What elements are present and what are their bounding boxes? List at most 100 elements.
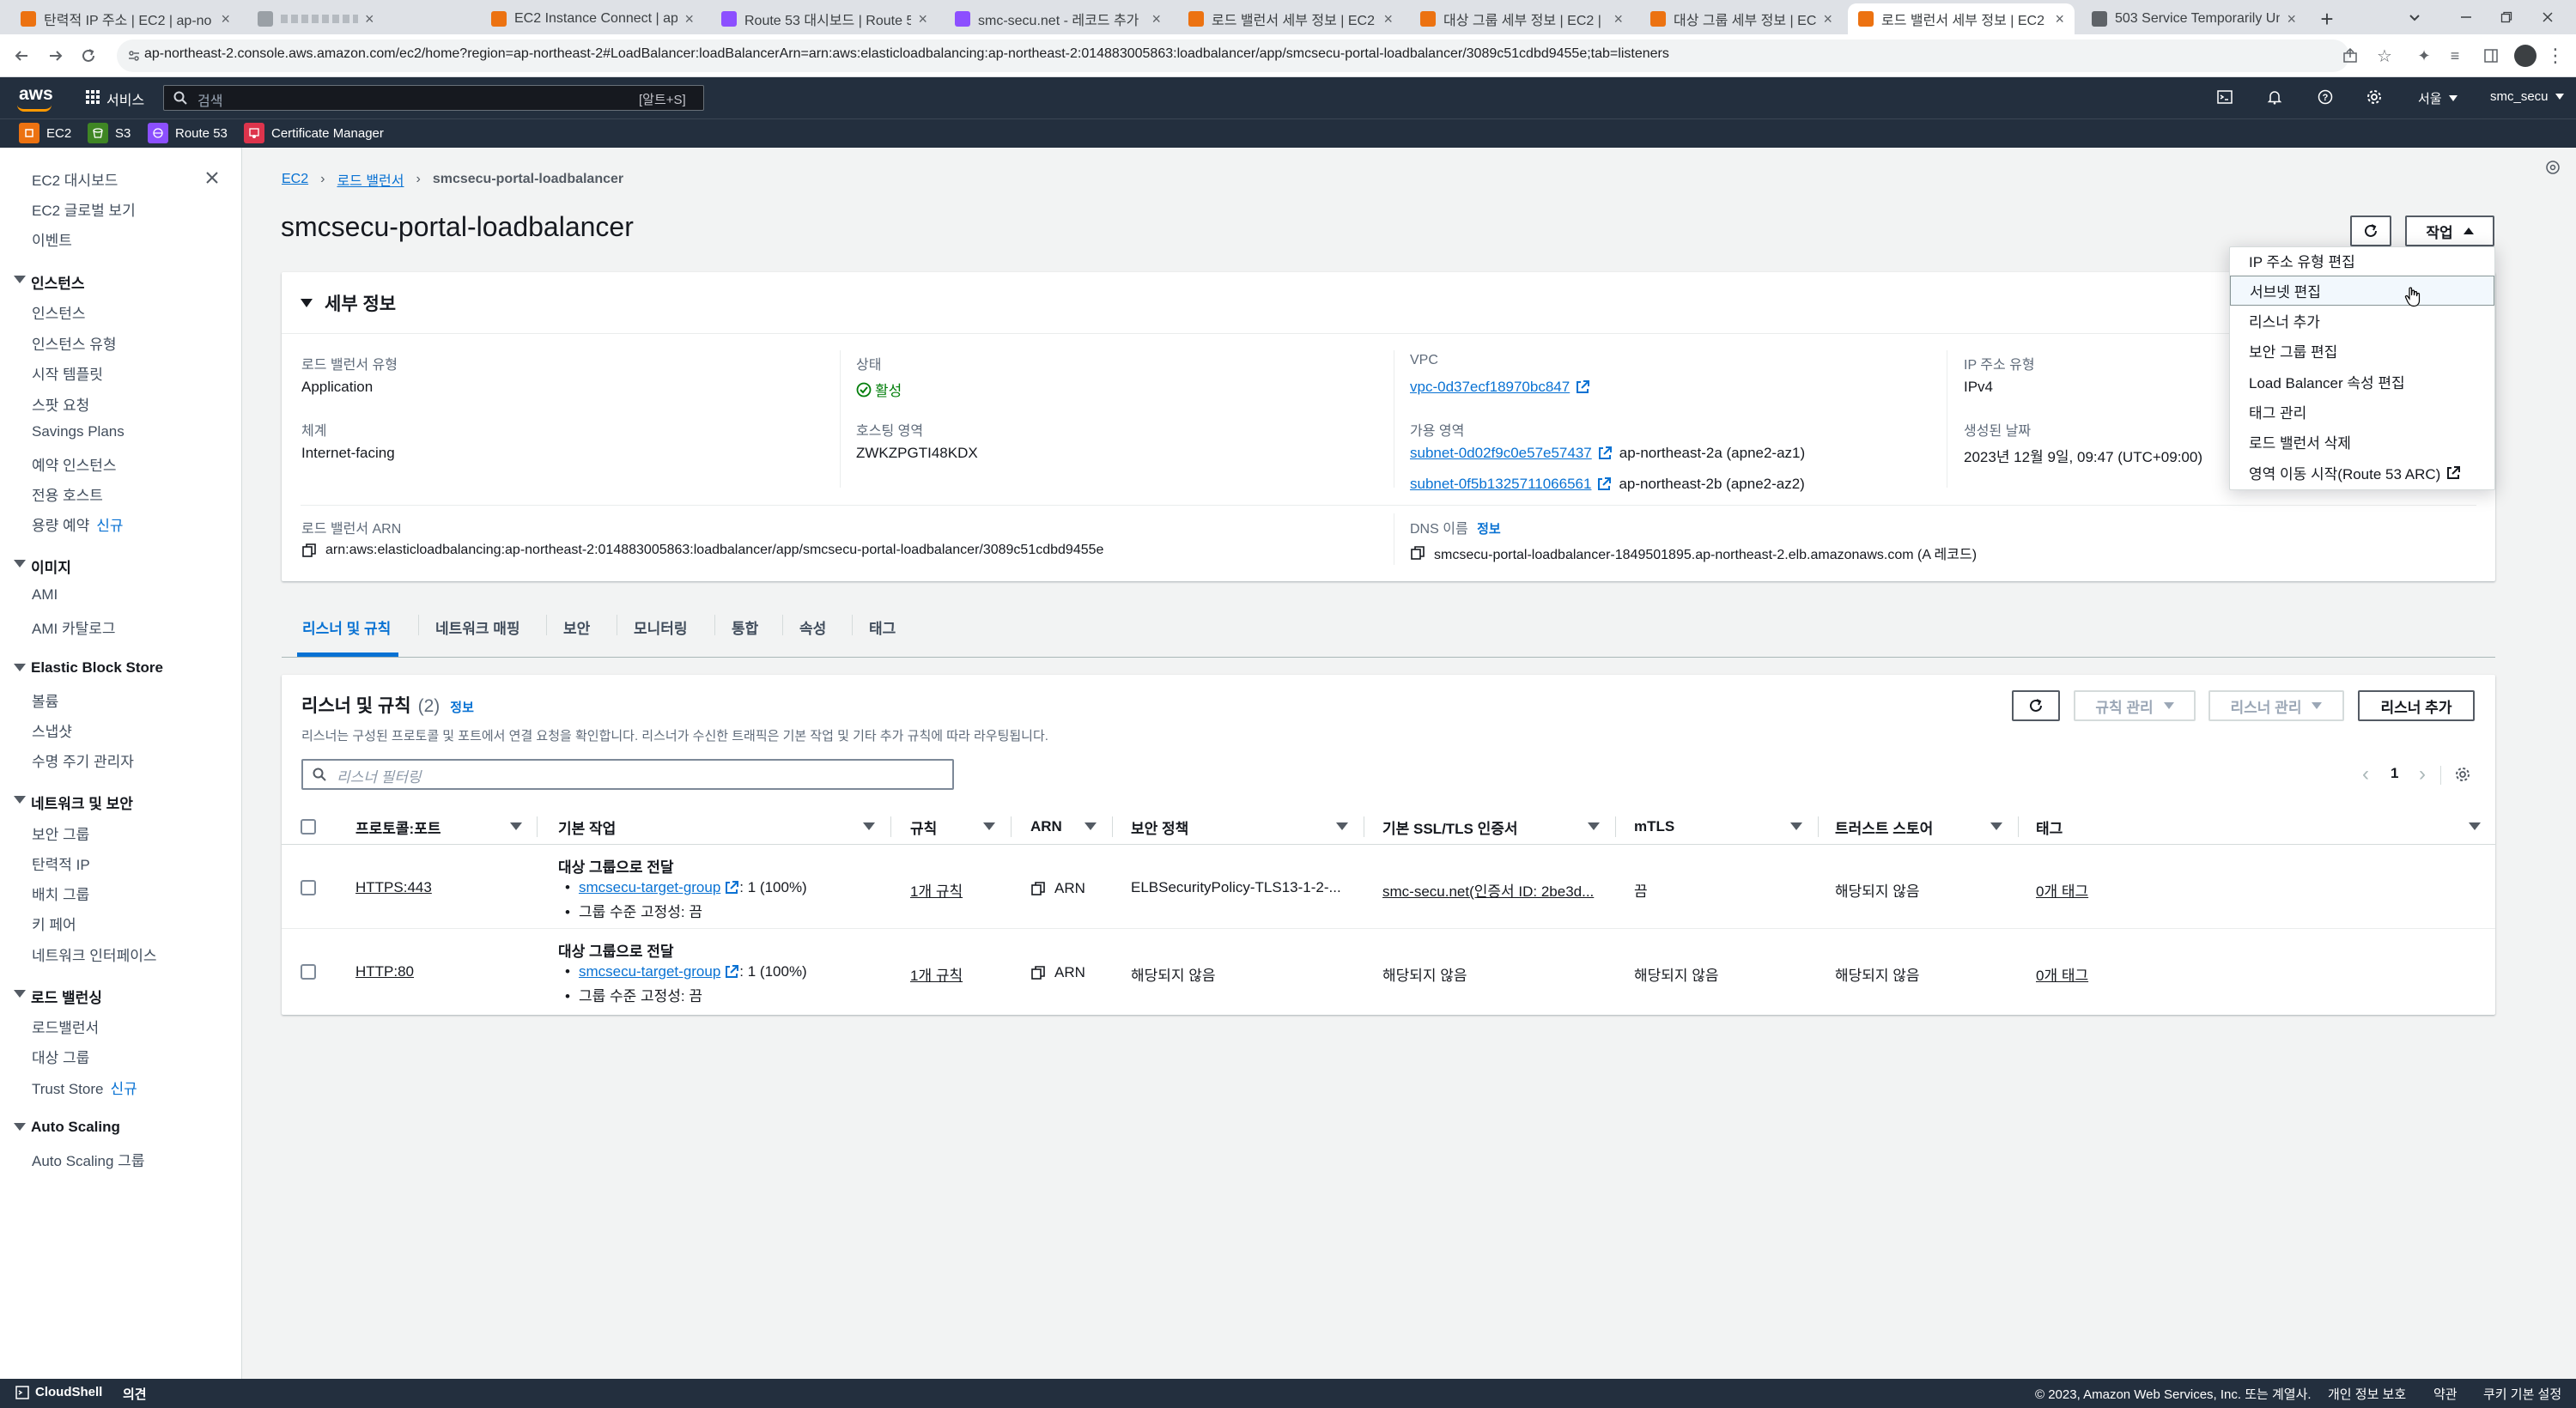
rules-link[interactable]: 1개 규칙 <box>910 879 963 901</box>
tab-monitoring[interactable]: 모니터링 <box>634 616 688 638</box>
browser-tab[interactable]: smc-secu.net - 레코드 추가 × <box>945 3 1171 34</box>
sort-icon[interactable] <box>983 822 995 830</box>
nav-ami[interactable]: AMI <box>32 586 58 604</box>
sort-icon[interactable] <box>863 822 875 830</box>
menu-delete-lb[interactable]: 로드 밸런서 삭제 <box>2230 427 2494 457</box>
new-tab-button[interactable]: + <box>2315 6 2339 32</box>
col-default-action[interactable]: 기본 작업 <box>558 814 616 840</box>
manage-rules-button[interactable]: 규칙 관리 <box>2074 690 2196 721</box>
cloudshell-footer-button[interactable]: CloudShell <box>15 1385 102 1399</box>
tab-network-mapping[interactable]: 네트워크 매핑 <box>435 616 520 638</box>
nav-ec2-dashboard[interactable]: EC2 대시보드 <box>32 168 118 190</box>
favorite-certificate-manager[interactable]: Certificate Manager <box>244 118 384 148</box>
forward-icon[interactable] <box>45 45 67 67</box>
nav-trust-store[interactable]: Trust Store 신규 <box>32 1077 137 1098</box>
restore-window-icon[interactable] <box>2496 7 2517 27</box>
close-tab-icon[interactable]: × <box>365 10 374 28</box>
browser-menu-icon[interactable]: ⋮ <box>2546 45 2565 67</box>
share-icon[interactable] <box>2341 46 2360 65</box>
favorite-route53[interactable]: Route 53 <box>148 118 228 148</box>
sort-icon[interactable] <box>2469 822 2481 830</box>
sort-icon[interactable] <box>1336 822 1348 830</box>
aws-logo[interactable]: aws <box>19 84 53 105</box>
nav-load-balancers[interactable]: 로드밸런서 <box>32 1016 99 1037</box>
col-protocol-port[interactable]: 프로토콜:포트 <box>355 814 441 840</box>
close-nav-icon[interactable] <box>203 168 222 187</box>
col-arn[interactable]: ARN <box>1030 814 1062 840</box>
services-menu[interactable]: 서비스 <box>106 88 144 109</box>
profile-avatar[interactable] <box>2514 45 2537 67</box>
sort-icon[interactable] <box>1990 822 2002 830</box>
browser-tab[interactable]: EC2 Instance Connect | ap-n × <box>481 3 704 34</box>
tab-attributes[interactable]: 속성 <box>799 616 826 638</box>
favorite-ec2[interactable]: EC2 <box>19 118 71 148</box>
menu-add-listener[interactable]: 리스너 추가 <box>2230 306 2494 336</box>
nav-section-instances[interactable]: 인스턴스 <box>14 271 85 293</box>
nav-savings-plans[interactable]: Savings Plans <box>32 423 125 440</box>
breadcrumb-load-balancers[interactable]: 로드 밸런서 <box>337 169 404 190</box>
nav-volumes[interactable]: 볼륨 <box>32 689 58 711</box>
col-trust-store[interactable]: 트러스트 스토어 <box>1835 814 1933 840</box>
nav-capacity-reservations[interactable]: 용량 예약 신규 <box>32 513 124 535</box>
tab-integrations[interactable]: 통합 <box>732 616 758 638</box>
extensions-icon[interactable]: ✦ <box>2415 46 2433 65</box>
menu-edit-lb-attributes[interactable]: Load Balancer 속성 편집 <box>2230 367 2494 397</box>
breadcrumb-ec2[interactable]: EC2 <box>282 172 308 187</box>
menu-manage-tags[interactable]: 태그 관리 <box>2230 397 2494 427</box>
reading-list-icon[interactable]: ≡ <box>2445 46 2464 65</box>
copy-icon[interactable] <box>1410 545 1425 561</box>
target-group-link[interactable]: smcsecu-target-group <box>579 963 720 980</box>
browser-tab[interactable]: 대상 그룹 세부 정보 | EC2 | × <box>1410 3 1633 34</box>
settings-gear-icon[interactable] <box>2365 88 2384 106</box>
prev-page-icon[interactable]: ‹ <box>2357 762 2374 786</box>
sort-icon[interactable] <box>1588 822 1600 830</box>
browser-tab[interactable]: 대상 그룹 세부 정보 | EC2 | × <box>1640 3 1843 34</box>
nav-dedicated-hosts[interactable]: 전용 호스트 <box>32 483 103 505</box>
vpc-link[interactable]: vpc-0d37ecf18970bc847 <box>1410 379 1570 396</box>
current-page[interactable]: 1 <box>2391 765 2398 782</box>
listeners-info-link[interactable]: 정보 <box>450 698 474 716</box>
tags-link[interactable]: 0개 태그 <box>2036 879 2088 901</box>
arn-copy[interactable]: ARN <box>1030 880 1085 897</box>
nav-ec2-global-view[interactable]: EC2 글로벌 보기 <box>32 198 136 220</box>
dns-info-link[interactable]: 정보 <box>1477 522 1501 537</box>
manage-listeners-button[interactable]: 리스너 관리 <box>2208 690 2344 721</box>
close-tab-icon[interactable]: × <box>918 10 927 28</box>
browser-tab[interactable]: × <box>247 3 474 34</box>
preferences-gear-icon[interactable] <box>2454 766 2471 783</box>
certificate-link[interactable]: smc-secu.net(인증서 ID: 2be3d... <box>1382 879 1594 901</box>
side-panel-icon[interactable] <box>2482 46 2500 65</box>
close-tab-icon[interactable]: × <box>2055 10 2064 28</box>
tab-listeners-rules[interactable]: 리스너 및 규칙 <box>302 616 391 638</box>
nav-section-network-security[interactable]: 네트워크 및 보안 <box>14 792 133 813</box>
col-rules[interactable]: 규칙 <box>910 814 937 840</box>
add-listener-button[interactable]: 리스너 추가 <box>2358 690 2475 721</box>
cookie-preferences-link[interactable]: 쿠키 기본 설정 <box>2483 1385 2561 1403</box>
nav-placement-groups[interactable]: 배치 그룹 <box>32 883 89 904</box>
nav-launch-templates[interactable]: 시작 템플릿 <box>32 362 103 384</box>
refresh-button[interactable] <box>2350 215 2391 246</box>
close-tab-icon[interactable]: × <box>1383 10 1393 28</box>
nav-lifecycle-manager[interactable]: 수명 주기 관리자 <box>32 750 134 771</box>
next-page-icon[interactable]: › <box>2414 762 2431 786</box>
browser-tab[interactable]: 로드 밸런서 세부 정보 | EC2 × <box>1178 3 1403 34</box>
privacy-link[interactable]: 개인 정보 보호 <box>2328 1385 2406 1403</box>
col-security-policy[interactable]: 보안 정책 <box>1131 814 1188 840</box>
tab-security[interactable]: 보안 <box>563 616 590 638</box>
aws-search-input[interactable] <box>163 85 704 111</box>
nav-reserved-instances[interactable]: 예약 인스턴스 <box>32 453 117 475</box>
subnet-link-2[interactable]: subnet-0f5b1325711066561 <box>1410 476 1591 493</box>
sort-icon[interactable] <box>1790 822 1802 830</box>
arn-copy[interactable]: ARN <box>1030 964 1085 981</box>
site-info-icon[interactable] <box>125 47 143 64</box>
protocol-link[interactable]: HTTPS:443 <box>355 879 432 896</box>
select-all-checkbox[interactable] <box>301 819 316 834</box>
feedback-link[interactable]: 의견 <box>123 1385 147 1403</box>
nav-spot-requests[interactable]: 스팟 요청 <box>32 393 89 415</box>
tags-link[interactable]: 0개 태그 <box>2036 963 2088 985</box>
rules-link[interactable]: 1개 규칙 <box>910 963 963 985</box>
services-grid-icon[interactable] <box>84 88 101 106</box>
close-tab-icon[interactable]: × <box>1613 10 1623 28</box>
browser-tab[interactable]: 탄력적 IP 주소 | EC2 | ap-no × <box>10 3 240 34</box>
nav-section-images[interactable]: 이미지 <box>14 555 71 577</box>
